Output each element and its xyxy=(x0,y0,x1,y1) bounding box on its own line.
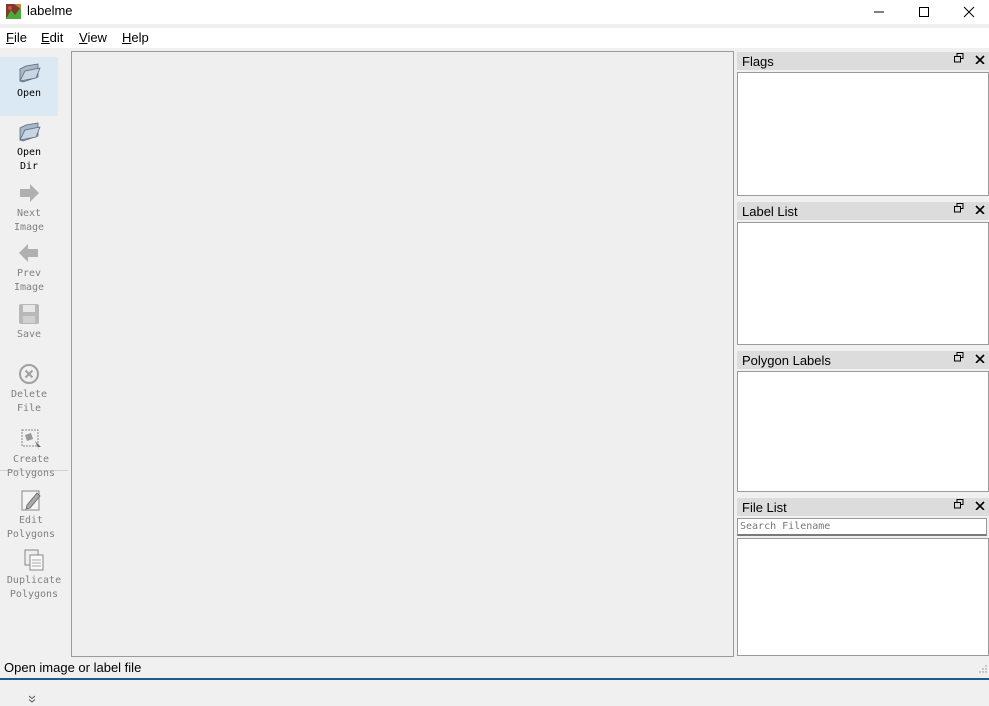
image-canvas[interactable] xyxy=(71,51,734,657)
label-list-dock-title: Label List xyxy=(742,204,798,219)
menu-view-rest: iew xyxy=(87,30,107,45)
save-label: Save xyxy=(16,329,42,340)
menu-file-mnemonic: F xyxy=(6,30,14,45)
edit-polygons-label-line1: Edit xyxy=(18,515,44,526)
label-list[interactable] xyxy=(737,222,989,345)
menu-help-rest: elp xyxy=(131,30,149,45)
polygon-labels-dock: Polygon Labels xyxy=(737,351,989,493)
floppy-icon xyxy=(19,304,39,324)
save-button[interactable]: Save xyxy=(0,302,58,342)
open-button[interactable]: Open xyxy=(0,57,58,116)
flags-list[interactable] xyxy=(737,72,989,196)
next-image-button[interactable]: Next Image xyxy=(0,181,58,235)
file-search-input[interactable] xyxy=(737,518,987,536)
folder-open-icon xyxy=(19,63,41,83)
flags-dock-title: Flags xyxy=(742,54,774,69)
close-icon[interactable] xyxy=(975,52,985,67)
duplicate-polygons-label-line2: Polygons xyxy=(9,589,59,600)
close-icon[interactable] xyxy=(975,202,985,217)
menu-help[interactable]: Help xyxy=(122,30,149,45)
menu-edit[interactable]: Edit xyxy=(41,30,63,45)
prev-image-label-line1: Prev xyxy=(16,268,42,279)
toolbar-overflow-button[interactable] xyxy=(28,695,36,706)
double-chevron-down-icon xyxy=(28,695,36,703)
close-window-button[interactable] xyxy=(946,0,989,24)
close-icon[interactable] xyxy=(975,498,985,513)
float-icon[interactable] xyxy=(954,352,964,365)
file-list[interactable] xyxy=(737,538,989,656)
status-bar: Open image or label file xyxy=(0,657,989,678)
create-polygon-icon xyxy=(21,429,41,450)
file-list-dock-title: File List xyxy=(742,500,787,515)
maximize-button[interactable] xyxy=(901,0,947,24)
file-list-dock-title-bar[interactable]: File List xyxy=(737,498,989,516)
float-icon[interactable] xyxy=(954,203,964,216)
window-title: labelme xyxy=(27,3,73,18)
duplicate-polygons-button[interactable]: Duplicate Polygons xyxy=(0,548,68,602)
create-polygons-label-line2: Polygons xyxy=(6,468,56,479)
menu-file[interactable]: File xyxy=(6,30,27,45)
maximize-icon xyxy=(919,7,929,17)
menu-view[interactable]: View xyxy=(79,30,107,45)
close-icon xyxy=(963,6,975,18)
label-list-dock: Label List xyxy=(737,202,989,346)
open-dir-button[interactable]: Open Dir xyxy=(0,120,58,174)
title-bar: labelme xyxy=(0,0,989,24)
polygon-labels-dock-title-bar[interactable]: Polygon Labels xyxy=(737,351,989,369)
menu-help-mnemonic: H xyxy=(122,30,132,45)
folder-open-icon xyxy=(19,122,41,142)
duplicate-polygons-label-line1: Duplicate xyxy=(6,575,62,586)
arrow-left-icon xyxy=(19,244,38,262)
arrow-right-icon xyxy=(20,184,39,202)
minimize-icon xyxy=(874,11,884,13)
minimize-button[interactable] xyxy=(856,0,902,24)
create-polygons-button[interactable]: Create Polygons xyxy=(0,427,62,481)
polygon-labels-dock-title: Polygon Labels xyxy=(742,353,831,368)
next-image-label-line1: Next xyxy=(16,208,42,219)
flags-dock: Flags xyxy=(737,52,989,196)
delete-file-label-line1: Delete xyxy=(10,389,48,400)
open-label: Open xyxy=(16,88,42,99)
edit-polygons-button[interactable]: Edit Polygons xyxy=(0,488,62,542)
resize-grip-icon[interactable] xyxy=(979,665,987,675)
edit-polygon-icon xyxy=(21,490,41,511)
menu-edit-rest: dit xyxy=(49,30,64,45)
file-list-dock: File List xyxy=(737,498,989,656)
edit-polygons-label-line2: Polygons xyxy=(6,529,56,540)
menu-bar: File Edit View Help xyxy=(0,28,989,48)
prev-image-label-line2: Image xyxy=(13,282,45,293)
open-dir-label-line1: Open xyxy=(16,147,42,158)
duplicate-icon xyxy=(24,549,44,571)
labelme-app-icon xyxy=(6,4,21,19)
delete-file-label-line2: File xyxy=(16,403,42,414)
next-image-label-line2: Image xyxy=(13,222,45,233)
prev-image-button[interactable]: Prev Image xyxy=(0,241,58,295)
create-polygons-label-line1: Create xyxy=(12,454,50,465)
label-list-dock-title-bar[interactable]: Label List xyxy=(737,202,989,220)
delete-file-button[interactable]: Delete File xyxy=(0,362,58,416)
close-icon[interactable] xyxy=(975,351,985,366)
float-icon[interactable] xyxy=(954,53,964,66)
circle-x-icon xyxy=(19,364,39,384)
menu-edit-mnemonic: E xyxy=(41,30,50,45)
open-dir-label-line2: Dir xyxy=(19,161,39,172)
flags-dock-title-bar[interactable]: Flags xyxy=(737,52,989,70)
menu-file-rest: ile xyxy=(13,30,27,45)
float-icon[interactable] xyxy=(954,499,964,512)
tool-bar: Open Open Dir Next Image Prev Image Save xyxy=(0,50,70,703)
polygon-labels-list[interactable] xyxy=(737,371,989,492)
status-message: Open image or label file xyxy=(4,660,142,675)
